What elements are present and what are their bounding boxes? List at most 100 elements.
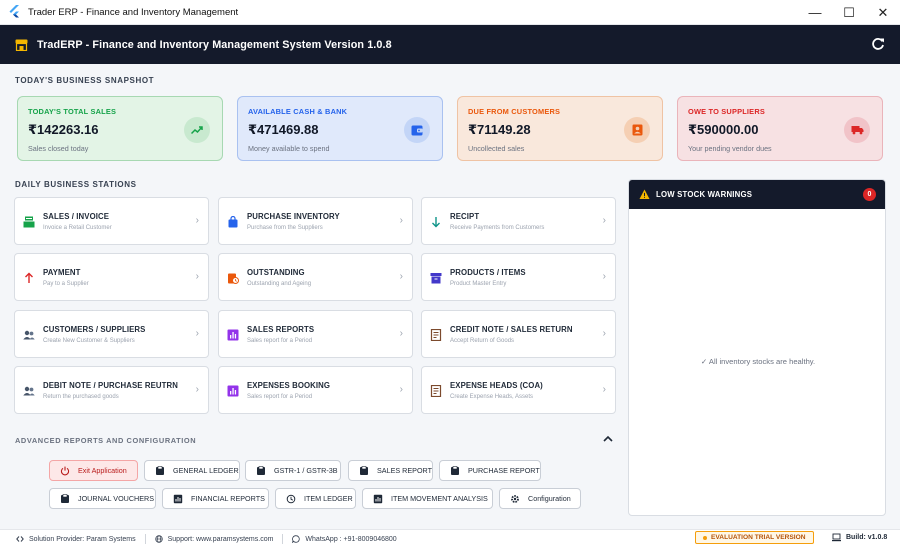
chevron-right-icon: › — [399, 328, 403, 339]
station-tile-expenses-booking[interactable]: EXPENSES BOOKING Sales report for a Perio… — [218, 366, 413, 414]
wallet-icon — [404, 117, 430, 143]
purchase-report-button[interactable]: PURCHASE REPORT — [439, 460, 541, 481]
history-icon — [286, 494, 296, 504]
receipt-icon — [430, 328, 442, 342]
general-ledger-button[interactable]: GENERAL LEDGER — [144, 460, 240, 481]
provider-text: Solution Provider: Param Systems — [29, 535, 136, 543]
bar-chart-icon — [227, 328, 239, 341]
minimize-button[interactable]: — — [798, 0, 832, 25]
clipboard-clock-icon — [227, 271, 239, 284]
card-label: DUE FROM CUSTOMERS — [468, 107, 561, 116]
tile-subtitle: Sales report for a Period — [247, 394, 313, 400]
button-label: Configuration — [528, 494, 571, 503]
close-window-button[interactable]: ✕ — [866, 0, 900, 25]
stock-healthy-message: ✓ All inventory stocks are healthy. — [700, 357, 816, 366]
file-icon — [60, 493, 70, 504]
laptop-icon — [832, 533, 841, 542]
support-info: Support: www.paramsystems.com — [154, 535, 273, 543]
button-label: Exit Application — [78, 466, 127, 475]
station-tile-debit-note-purchase-reutrn[interactable]: DEBIT NOTE / PURCHASE REUTRN Return the p… — [14, 366, 209, 414]
window-title: Trader ERP - Finance and Inventory Manag… — [28, 6, 239, 18]
button-label: FINANCIAL REPORTS — [191, 494, 265, 503]
tile-subtitle: Product Master Entry — [450, 281, 507, 287]
tile-subtitle: Outstanding and Ageing — [247, 281, 312, 287]
tile-title: DEBIT NOTE / PURCHASE REUTRN — [43, 381, 178, 390]
gstr-1-gstr-3b-button[interactable]: GSTR-1 / GSTR-3B — [245, 460, 341, 481]
journal-vouchers-button[interactable]: JOURNAL VOUCHERS — [49, 488, 156, 509]
code-icon — [16, 536, 24, 542]
refresh-icon[interactable] — [871, 37, 885, 51]
arrow-up-icon — [23, 271, 35, 283]
file-icon — [450, 465, 460, 476]
station-tile-sales-reports[interactable]: SALES REPORTS Sales report for a Period › — [218, 310, 413, 358]
financial-reports-button[interactable]: FINANCIAL REPORTS — [162, 488, 269, 509]
arrow-down-icon — [430, 215, 442, 228]
chevron-up-icon[interactable] — [602, 433, 614, 445]
low-stock-panel: LOW STOCK WARNINGS 0 ✓ All inventory sto… — [628, 179, 886, 516]
tile-title: PURCHASE INVENTORY — [247, 212, 340, 221]
station-tile-recipt[interactable]: RECIPT Receive Payments from Customers › — [421, 197, 616, 245]
truck-icon — [844, 117, 870, 143]
station-tile-expense-heads-coa[interactable]: EXPENSE HEADS (COA) Create Expense Heads,… — [421, 366, 616, 414]
tile-title: CREDIT NOTE / SALES RETURN — [450, 325, 573, 334]
card-due-customers[interactable]: DUE FROM CUSTOMERS ₹71149.28 Uncollected… — [457, 96, 663, 161]
chevron-right-icon: › — [399, 271, 403, 282]
station-tile-sales-invoice[interactable]: SALES / INVOICE Invoice a Retail Customer… — [14, 197, 209, 245]
tile-title: CUSTOMERS / SUPPLIERS — [43, 325, 146, 334]
receipt-icon — [430, 384, 442, 398]
provider-info: Solution Provider: Param Systems — [16, 535, 136, 543]
chevron-right-icon: › — [399, 384, 403, 395]
button-label: JOURNAL VOUCHERS — [78, 494, 155, 503]
station-tile-outstanding[interactable]: OUTSTANDING Outstanding and Ageing › — [218, 253, 413, 301]
card-subtext: Sales closed today — [28, 144, 89, 153]
tile-title: SALES REPORTS — [247, 325, 315, 334]
shopping-bag-icon — [227, 215, 239, 228]
chevron-right-icon: › — [602, 328, 606, 339]
inventory-box-icon — [430, 271, 442, 284]
window-titlebar: Trader ERP - Finance and Inventory Manag… — [0, 0, 900, 25]
card-subtext: Your pending vendor dues — [688, 144, 772, 153]
build-info: Build: v1.0.8 — [832, 533, 887, 542]
chat-icon — [292, 535, 301, 543]
cash-register-icon — [23, 215, 35, 228]
item-ledger-button[interactable]: ITEM LEDGER — [275, 488, 356, 509]
warning-icon — [639, 189, 650, 199]
globe-icon — [154, 535, 163, 543]
maximize-button[interactable]: ☐ — [832, 0, 866, 25]
tile-subtitle: Receive Payments from Customers — [450, 225, 545, 231]
tile-title: OUTSTANDING — [247, 268, 305, 277]
tile-subtitle: Return the purchased goods — [43, 394, 119, 400]
build-text: Build: v1.0.8 — [846, 534, 888, 541]
whatsapp-info: WhatsApp : +91-8009046800 — [292, 535, 397, 543]
station-tile-purchase-inventory[interactable]: PURCHASE INVENTORY Purchase from the Supp… — [218, 197, 413, 245]
configuration-button[interactable]: Configuration — [499, 488, 581, 509]
sales-report-button[interactable]: SALES REPORT — [348, 460, 433, 481]
power-icon — [60, 466, 70, 476]
chevron-right-icon: › — [195, 271, 199, 282]
card-owe-suppliers[interactable]: OWE TO SUPPLIERS ₹590000.00 Your pending… — [677, 96, 883, 161]
tile-title: PRODUCTS / ITEMS — [450, 268, 526, 277]
tile-subtitle: Accept Return of Goods — [450, 338, 515, 344]
gear-icon — [510, 494, 520, 504]
station-tile-credit-note-sales-return[interactable]: CREDIT NOTE / SALES RETURN Accept Return … — [421, 310, 616, 358]
tile-subtitle: Create New Customer & Suppliers — [43, 338, 135, 344]
trending-up-icon — [184, 117, 210, 143]
card-cash-bank[interactable]: AVAILABLE CASH & BANK ₹471469.88 Money a… — [237, 96, 443, 161]
button-label: PURCHASE REPORT — [468, 466, 540, 475]
file-icon — [359, 465, 369, 476]
tile-subtitle: Purchase from the Suppliers — [247, 225, 323, 231]
advanced-heading: ADVANCED REPORTS AND CONFIGURATION — [15, 436, 197, 445]
station-tile-products-items[interactable]: PRODUCTS / ITEMS Product Master Entry › — [421, 253, 616, 301]
station-tile-customers-suppliers[interactable]: CUSTOMERS / SUPPLIERS Create New Customer… — [14, 310, 209, 358]
button-label: SALES REPORT — [377, 466, 432, 475]
low-stock-header: LOW STOCK WARNINGS 0 — [629, 180, 885, 209]
exit-application-button[interactable]: Exit Application — [49, 460, 138, 481]
tile-title: EXPENSES BOOKING — [247, 381, 331, 390]
card-total-sales[interactable]: TODAY'S TOTAL SALES ₹142263.16 Sales clo… — [17, 96, 223, 161]
item-movement-analysis-button[interactable]: ITEM MOVEMENT ANALYSIS — [362, 488, 493, 509]
card-subtext: Money available to spend — [248, 144, 330, 153]
file-icon — [256, 465, 266, 476]
card-subtext: Uncollected sales — [468, 144, 525, 153]
whatsapp-text: WhatsApp : +91-8009046800 — [305, 535, 397, 543]
station-tile-payment[interactable]: PAYMENT Pay to a Supplier › — [14, 253, 209, 301]
